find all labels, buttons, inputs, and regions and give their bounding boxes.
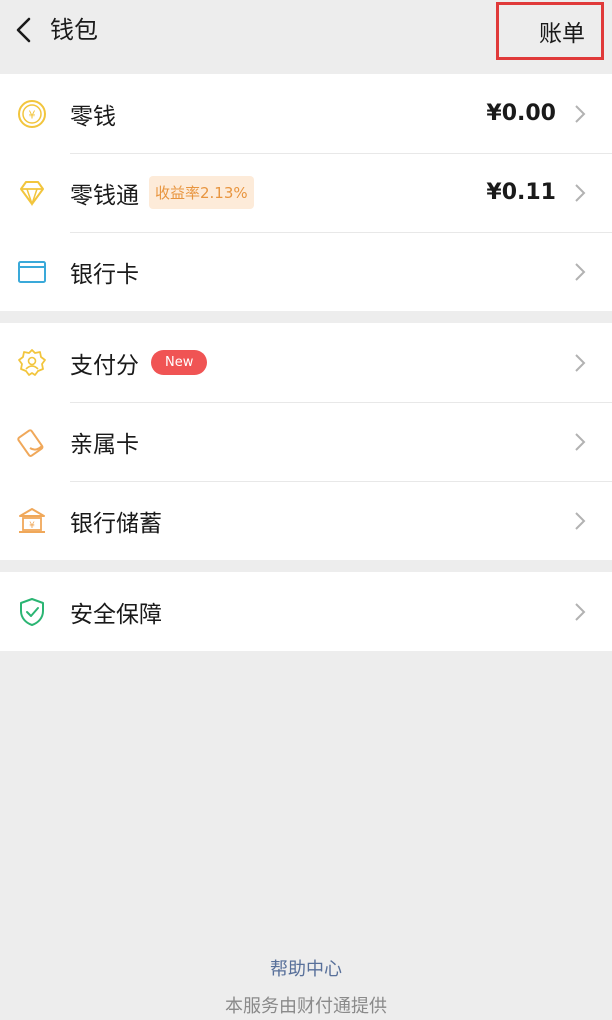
row-bank-card[interactable]: 银行卡	[0, 232, 612, 311]
provider-note: 本服务由财付通提供	[225, 996, 387, 1017]
chevron-right-icon	[570, 430, 590, 454]
row-family-card[interactable]: 亲属卡	[0, 402, 612, 481]
row-bank-card-label: 银行卡	[70, 261, 139, 288]
yield-rate-tag: 收益率2.13%	[149, 176, 254, 209]
badge-score-icon	[16, 347, 48, 379]
row-bank-savings-label: 银行储蓄	[70, 510, 162, 537]
bill-button[interactable]: 账单	[496, 2, 604, 60]
coin-yen-icon: ¥	[16, 98, 48, 130]
wallet-balance-group: ¥ 零钱 ¥0.00 零钱通 收益率2.13% ¥0.11 银行卡	[0, 74, 612, 311]
chevron-right-icon	[570, 600, 590, 624]
chevron-left-icon	[16, 17, 31, 43]
svg-text:¥: ¥	[29, 521, 35, 531]
row-family-card-label: 亲属卡	[70, 431, 139, 458]
help-center-link[interactable]: 帮助中心	[0, 955, 612, 981]
lingqiantong-amount: ¥0.11	[486, 180, 556, 205]
chevron-right-icon	[570, 351, 590, 375]
bank-savings-icon: ¥	[16, 505, 48, 537]
row-change[interactable]: ¥ 零钱 ¥0.00	[0, 74, 612, 153]
row-lingqiantong[interactable]: 零钱通 收益率2.13% ¥0.11	[0, 153, 612, 232]
chevron-right-icon	[570, 260, 590, 284]
change-amount: ¥0.00	[486, 101, 556, 126]
chevron-right-icon	[570, 102, 590, 126]
row-bank-savings[interactable]: ¥ 银行储蓄	[0, 481, 612, 560]
svg-text:¥: ¥	[29, 108, 36, 121]
new-badge: New	[151, 350, 208, 375]
wallet-services-group: 支付分 New 亲属卡 ¥ 银行储蓄	[0, 323, 612, 560]
navigation-bar: 钱包 账单	[0, 0, 612, 74]
family-card-icon	[16, 426, 48, 458]
row-change-label: 零钱	[70, 103, 116, 130]
shield-check-icon	[16, 596, 48, 628]
row-pay-score[interactable]: 支付分 New	[0, 323, 612, 402]
bill-button-label: 账单	[539, 21, 585, 47]
page-title: 钱包	[50, 16, 98, 44]
chevron-right-icon	[570, 509, 590, 533]
row-lingqiantong-label: 零钱通	[70, 182, 139, 209]
diamond-icon	[16, 177, 48, 209]
back-button[interactable]	[6, 10, 42, 50]
chevron-right-icon	[570, 181, 590, 205]
row-security[interactable]: 安全保障	[0, 572, 612, 651]
row-pay-score-label: 支付分	[70, 352, 139, 379]
row-security-label: 安全保障	[70, 601, 162, 628]
bank-card-icon	[16, 256, 48, 288]
security-group: 安全保障	[0, 572, 612, 651]
